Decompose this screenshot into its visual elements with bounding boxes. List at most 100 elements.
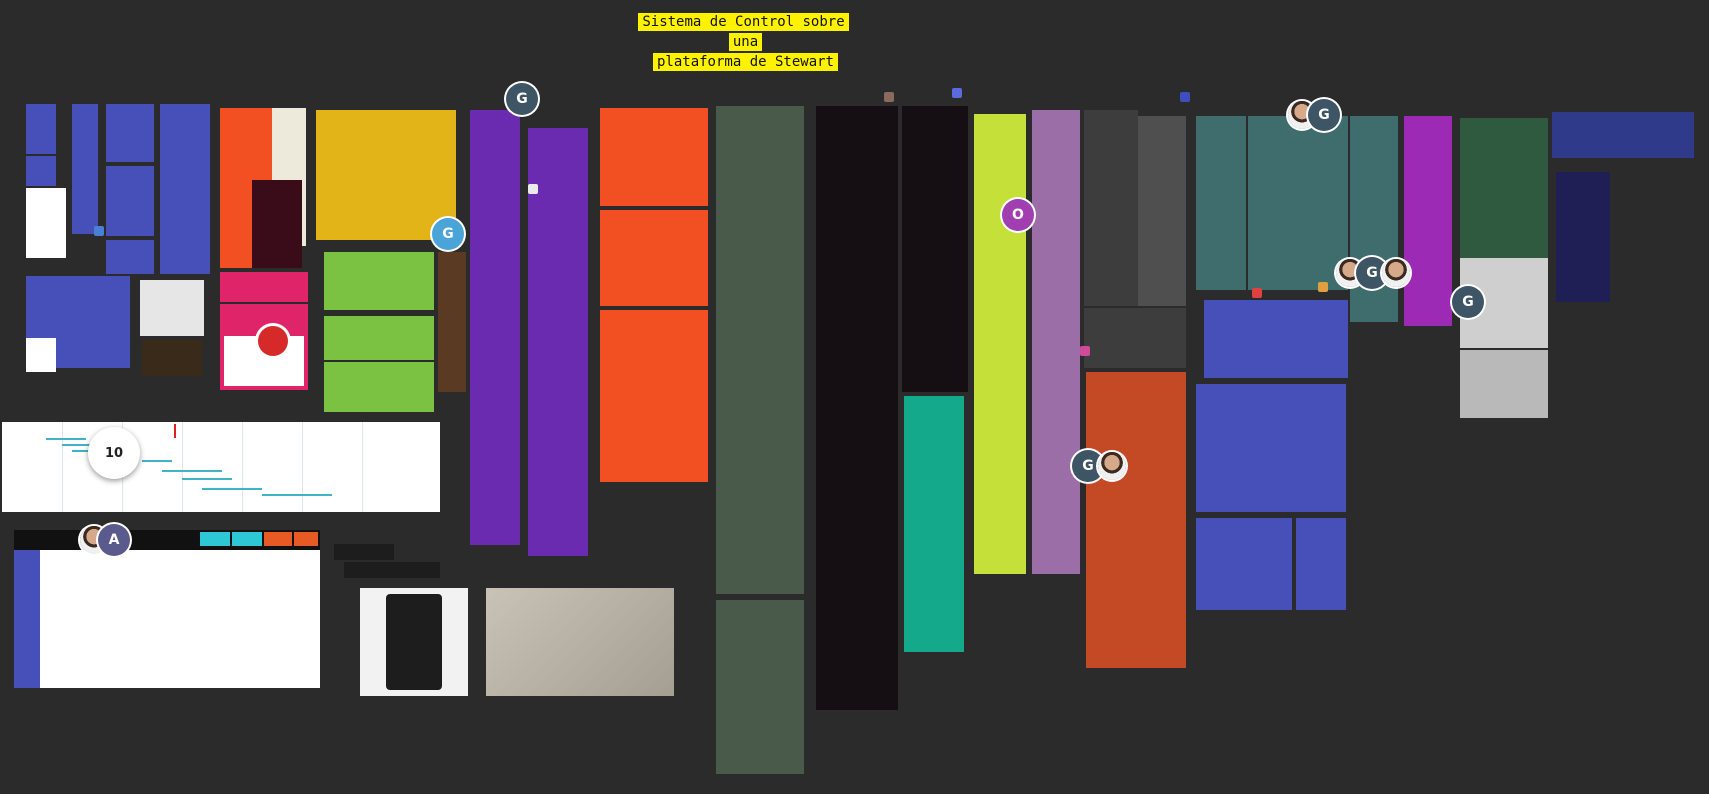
gantt-bar[interactable] [182,478,232,480]
collaborator-avatar-icon[interactable]: O [1002,199,1034,231]
gantt-gridline [242,422,243,512]
navy-panel-1[interactable] [1196,518,1292,610]
avatar-initial: G [1318,107,1330,123]
slate-panel-1[interactable] [1196,116,1246,290]
gantt-gridline [362,422,363,512]
gray-green-column-top[interactable] [716,106,804,594]
avatar-initial: G [516,91,528,107]
small-dark-card-2[interactable] [344,562,440,578]
render-panel-3[interactable] [600,310,708,482]
results-table[interactable] [1204,300,1348,378]
purple-column-1[interactable] [470,110,520,545]
comparison-table[interactable] [14,530,320,688]
avatar-initial: O [1012,207,1024,223]
green-panel-2[interactable] [324,316,434,360]
table-header-cell [200,532,230,546]
collaborator-avatar-icon[interactable]: G [432,218,464,250]
sticker-icon [94,226,104,236]
gray-panel-2[interactable] [1138,116,1186,306]
sticker-icon [1252,288,1262,298]
dark-red-panel[interactable] [252,180,302,268]
blue-card-2[interactable] [26,156,56,186]
yellow-table[interactable] [316,110,456,240]
user-photo-avatar-icon[interactable] [1382,259,1410,287]
avatar-initial: G [1082,458,1094,474]
gantt-chart[interactable] [2,422,440,512]
gantt-gridline [302,422,303,512]
video-grid-panel[interactable] [1196,384,1346,512]
photo-column[interactable] [438,252,466,392]
simulation-render[interactable] [486,588,674,696]
table-header-cell [294,532,318,546]
render-panel-1[interactable] [600,108,708,206]
gantt-bar[interactable] [142,460,172,462]
sticker-icon [528,184,538,194]
green-panel-3[interactable] [324,362,434,412]
gantt-gridline [62,422,63,512]
board-title-line1: Sistema de Control sobre una [638,13,849,51]
collaborator-count: 10 [104,445,124,461]
photo-grid-panel[interactable] [1084,308,1186,368]
collaborator-avatar-icon[interactable]: G [506,83,538,115]
green-panel-1[interactable] [324,252,434,310]
table-row-header-column [14,550,40,688]
blue-card-4[interactable] [72,104,98,234]
blue-card-5[interactable] [106,104,154,162]
rust-panel[interactable] [1086,372,1186,668]
navy-panel-2[interactable] [1296,518,1346,610]
gantt-bar[interactable] [62,444,92,446]
avatar-initial: A [108,532,120,548]
board-title-line2: plataforma de Stewart [652,53,838,71]
gantt-bar[interactable] [262,494,332,496]
sticker-icon [1080,346,1090,356]
render-panel-2[interactable] [600,210,708,306]
table-header-cell [264,532,292,546]
photo-strip[interactable] [142,340,202,376]
hexapod-image[interactable] [140,280,204,336]
slate-panel-3[interactable] [1350,116,1398,322]
white-mini-table[interactable] [26,338,56,372]
blue-card-6[interactable] [106,166,154,236]
small-dark-card-1[interactable] [334,544,394,560]
servo-photo[interactable] [1460,350,1548,418]
black-column-1[interactable] [816,106,898,710]
sticker-icon [952,88,962,98]
collaborator-avatar-icon[interactable]: A [98,524,130,556]
gantt-bar[interactable] [46,438,86,440]
avatar-initial: G [1366,265,1378,281]
sticker-icon [884,92,894,102]
user-photo-avatar-icon[interactable] [1098,452,1126,480]
black-column-2[interactable] [902,106,968,392]
yellow-header-table[interactable] [1552,112,1694,158]
collaborator-count-badge[interactable]: 10 [88,427,140,479]
sticker-icon [1318,282,1328,292]
table-header-cell [232,532,262,546]
magenta-column[interactable] [1404,116,1452,326]
collaborator-avatar-icon[interactable]: G [1452,286,1484,318]
gantt-today-line [174,424,176,438]
collaborator-avatar-icon[interactable]: G [1308,99,1340,131]
teal-panel[interactable] [904,396,964,652]
gantt-bar[interactable] [162,470,222,472]
mauve-column[interactable] [1032,110,1080,574]
blue-panel-tall[interactable] [160,104,210,274]
beaglebone-photo[interactable] [360,588,468,696]
blue-panel-group[interactable] [26,104,156,274]
magenta-panel[interactable] [220,272,308,302]
blue-card-7[interactable] [106,240,154,274]
gray-panel-1[interactable] [1084,110,1138,306]
lime-column[interactable] [974,114,1026,574]
navy-tall-panel[interactable] [1556,172,1610,302]
avatar-initial: G [442,226,454,242]
blue-card-3[interactable] [26,188,66,258]
gantt-bar[interactable] [202,488,262,490]
avatar-initial: G [1462,294,1474,310]
board-graphic [386,594,442,690]
red-record-icon[interactable] [258,326,288,356]
slate-panel-2[interactable] [1248,116,1348,290]
board-title[interactable]: Sistema de Control sobre una plataforma … [624,12,867,72]
gantt-gridline [182,422,183,512]
gray-green-column-bottom[interactable] [716,600,804,774]
led-photo[interactable] [1460,118,1548,258]
blue-card-1[interactable] [26,104,56,154]
